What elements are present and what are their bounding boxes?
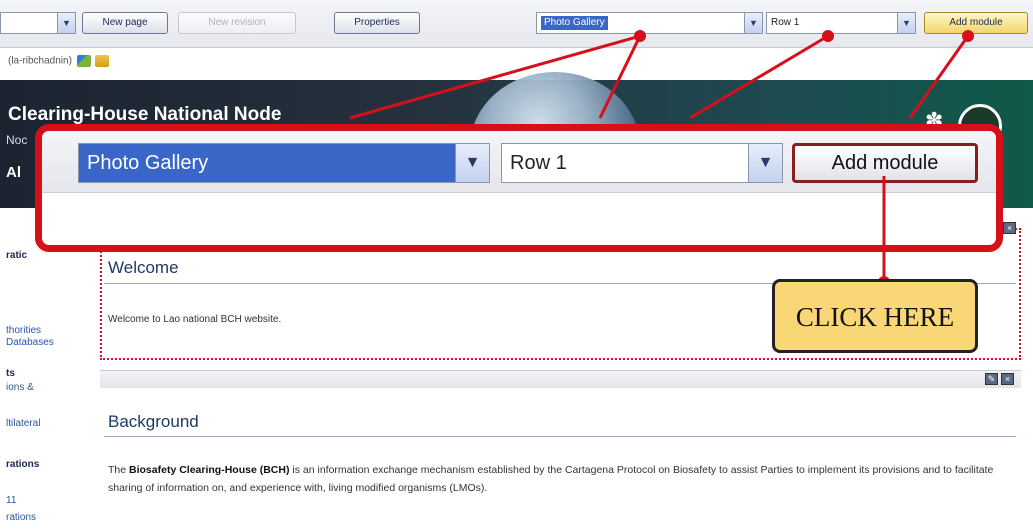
divider [104,436,1016,437]
zoom-callout: Photo Gallery ▼ Row 1 ▼ Add module [35,124,1003,252]
module-type-select[interactable]: Photo Gallery ▼ [536,12,763,34]
site-subtitle: Noc [6,133,28,147]
zoom-module-type-value: Photo Gallery [87,152,209,174]
click-here-callout: CLICK HERE [772,279,978,353]
site-title: Clearing-House National Node [8,104,282,125]
page-toolbar: ▼ New page New revision Properties Photo… [0,0,1033,48]
zoom-module-type-select[interactable]: Photo Gallery ▼ [78,143,490,183]
sidebar-link[interactable]: ltilateral [6,418,40,430]
welcome-title: Welcome [108,258,179,277]
sidebar-heading: ts [6,368,15,379]
module-close-icon[interactable]: × [1001,373,1014,385]
zoom-toolbar: Photo Gallery ▼ Row 1 ▼ Add module [42,131,996,193]
page-select[interactable]: ▼ [0,12,76,34]
background-text-bold: Biosafety Clearing-House (BCH) [129,464,290,476]
zoom-add-module-button[interactable]: Add module [792,143,978,183]
chevron-down-icon: ▼ [897,13,915,33]
module-type-value: Photo Gallery [541,16,608,30]
module-edit-icon[interactable]: ✎ [985,373,998,385]
background-text-pre: The [108,464,130,476]
chevron-down-icon: ▼ [744,13,762,33]
sidebar-link[interactable]: 11 [6,495,16,507]
sidebar-link[interactable]: rations [6,512,36,524]
background-title: Background [108,412,199,431]
row-select-value: Row 1 [771,17,800,28]
row-select[interactable]: Row 1 ▼ [766,12,916,34]
sidebar-heading: ratic [6,250,28,261]
user-line: (la-ribchadnin) [8,55,110,67]
properties-button[interactable]: Properties [334,12,420,34]
module-close-icon[interactable]: × [1003,222,1016,234]
zoom-row-select-value: Row 1 [510,152,567,174]
site-tagline: Al [6,164,21,181]
sidebar-link[interactable]: ions & [6,382,34,394]
new-revision-button[interactable]: New revision [178,12,296,34]
chevron-down-icon: ▼ [57,13,75,33]
background-module-header [100,370,1021,388]
username: (la-ribchadnin) [8,55,72,67]
folder-icon[interactable] [95,55,110,67]
welcome-text: Welcome to Lao national BCH website. [108,314,282,325]
new-page-button[interactable]: New page [82,12,168,34]
background-text: The Biosafety Clearing-House (BCH) is an… [108,461,1013,497]
add-module-button[interactable]: Add module [924,12,1028,34]
zoom-row-select[interactable]: Row 1 ▼ [501,143,783,183]
edit-icon[interactable] [76,55,91,67]
chevron-down-icon: ▼ [748,144,782,182]
chevron-down-icon: ▼ [455,144,489,182]
sidebar-link[interactable]: Databases [6,337,54,349]
sidebar-link[interactable]: thorities [6,325,41,337]
sidebar-heading: rations [6,459,40,470]
